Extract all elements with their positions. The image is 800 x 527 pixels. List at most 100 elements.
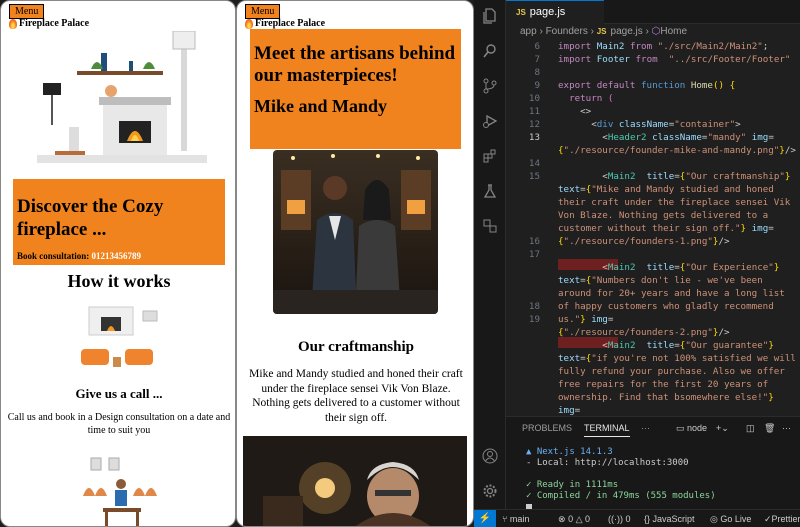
braces-icon: {} (644, 514, 651, 524)
tab-problems[interactable]: PROBLEMS (522, 423, 572, 433)
branch-name: main (509, 514, 530, 524)
breadcrumb-app[interactable]: app (520, 26, 537, 37)
line-number: 11 (528, 106, 540, 117)
branch-icon: ⑂ (502, 514, 508, 524)
breadcrumb-symbol[interactable]: Home (660, 26, 687, 37)
line-number: 10 (528, 93, 540, 104)
fireplace-illustration (31, 31, 211, 176)
brand-name: Fireplace Palace (19, 18, 90, 29)
new-terminal-icon[interactable]: +⌄ (716, 423, 729, 434)
code-line: <> (580, 106, 592, 117)
line-number: 7 (534, 54, 540, 65)
run-debug-icon[interactable] (482, 113, 498, 129)
testing-icon[interactable] (482, 183, 498, 199)
code-area[interactable]: 6 7 8 9 10 11 12 13 14 15 16 17 18 19 import Main2 fr… (506, 40, 800, 416)
panel-more-icon[interactable]: ··· (641, 423, 650, 433)
hero-banner: Discover the Cozy fireplace ... Book con… (13, 179, 225, 265)
terminal-line: ✓ Compiled / in 479ms (555 modules) (526, 491, 716, 501)
line-number: 9 (534, 80, 540, 91)
settings-gear-icon[interactable] (482, 483, 498, 499)
code-line: import Main2 from "./src/Main2/Main2"; (558, 41, 769, 52)
code-line: return ( (569, 93, 614, 104)
remote-indicator-icon[interactable]: ⚡ (474, 510, 496, 527)
trash-icon[interactable]: 🗑 (764, 423, 775, 434)
founders-photo (273, 150, 438, 314)
hero-title: Discover the Cozy fireplace ... (17, 196, 164, 240)
go-live-button[interactable]: ◎ Go Live (710, 514, 751, 525)
tab-page-js[interactable]: JS page.js (506, 0, 604, 24)
remote-explorer-icon[interactable] (482, 218, 498, 234)
line-number: 15 (528, 171, 540, 182)
brand-logo[interactable]: Fireplace Palace (245, 18, 325, 29)
terminal-line: ▲ Next.js 14.1.3 (526, 447, 613, 457)
founders-names: Mike and Mandy (254, 96, 388, 116)
code-line: <Main2 title={"Our guarantee"} text={"if … (558, 340, 796, 416)
search-icon[interactable] (482, 43, 498, 59)
menu-button[interactable]: Menu (245, 4, 281, 19)
tab-label: page.js (529, 6, 566, 18)
consultation-illustration (81, 306, 158, 367)
how-it-works-title: How it works (67, 271, 171, 291)
code-line: <Main2 title={"Our craftmanship"} text={"… (558, 171, 796, 247)
branch-indicator[interactable]: ⑂ main (502, 514, 529, 524)
warning-count: 0 (585, 514, 591, 524)
code-line: <div className="container"> (591, 119, 741, 130)
split-terminal-icon[interactable]: ◫ (746, 423, 755, 434)
breadcrumb-founders[interactable]: Founders (546, 26, 588, 37)
terminal-line: - Local: http://localhost:3000 (526, 458, 689, 468)
status-bar: ⚡ ⑂ main ⊗ 0 △ 0 ((·)) 0 {} JavaScript ◎… (474, 509, 800, 527)
terminal-output[interactable]: ▲ Next.js 14.1.3 - Local: http://localho… (526, 447, 716, 514)
line-number: 12 (528, 119, 540, 130)
language-name: JavaScript (652, 514, 695, 524)
code-line: <Header2 className="mandy" img= {"./resou… (558, 132, 796, 156)
line-number: 18 (528, 301, 540, 312)
line-number: 8 (534, 67, 540, 78)
javascript-file-icon: JS (516, 8, 526, 17)
problems-indicator[interactable]: ⊗ 0 △ 0 (558, 514, 590, 525)
source-control-icon[interactable] (482, 78, 498, 94)
javascript-file-icon: JS (596, 27, 607, 36)
prettier-indicator[interactable]: ✓Prettier (764, 514, 800, 525)
line-number: 17 (528, 249, 540, 260)
tab-terminal[interactable]: TERMINAL (584, 423, 630, 437)
code-editor-window: JS page.js app › Founders › JS page.js › ⬡… (474, 0, 800, 527)
terminal-line: ✓ Ready in 1111ms (526, 480, 619, 490)
error-count: 0 (568, 514, 574, 524)
prettier-label: Prettier (771, 514, 800, 524)
error-icon: ⊗ (558, 514, 566, 524)
warning-icon: △ (575, 514, 583, 524)
designer-illustration (83, 457, 157, 526)
terminal-panel: PROBLEMS TERMINAL ··· ▭ node +⌄ ◫ 🗑 ··· … (506, 416, 800, 514)
consultation-phone[interactable]: 01213456789 (92, 251, 142, 261)
flame-icon (9, 18, 17, 29)
mobile-preview-home: Menu Fireplace Palace Discover the Cozy … (0, 0, 236, 527)
ports-count: 0 (625, 514, 631, 524)
code-line: export default function Home() { (558, 80, 736, 91)
breadcrumb-file[interactable]: page.js (611, 26, 643, 37)
broadcast-icon: ((·)) (608, 514, 623, 524)
founders-hero: Meet the artisans behind our masterpiece… (250, 29, 461, 149)
broadcast-icon: ◎ (710, 514, 718, 524)
extensions-icon[interactable] (482, 148, 498, 164)
editor-tab-bar: JS page.js (506, 0, 800, 24)
menu-button[interactable]: Menu (9, 4, 45, 19)
brand-name: Fireplace Palace (255, 18, 326, 29)
brand-logo[interactable]: Fireplace Palace (9, 18, 89, 29)
mobile-preview-founders: Menu Fireplace Palace Meet the artisans … (236, 0, 474, 527)
panel-more-icon[interactable]: ··· (782, 423, 791, 433)
explorer-icon[interactable] (482, 8, 498, 24)
code-line: <Main2 title={"Our Experience"} text={"Nu… (558, 262, 791, 338)
activity-bar (474, 0, 506, 509)
code-line: import Footer from "../src/Footer/Footer… (558, 54, 791, 65)
terminal-shell-selector[interactable]: ▭ node (676, 423, 707, 434)
account-icon[interactable] (482, 448, 498, 464)
founders-hero-title: Meet the artisans behind our masterpiece… (254, 43, 456, 86)
line-number: 13 (528, 132, 540, 143)
ports-indicator[interactable]: ((·)) 0 (608, 514, 631, 524)
terminal-icon: ▭ (676, 423, 685, 433)
line-number: 16 (528, 236, 540, 247)
terminal-shell-name: node (687, 423, 708, 433)
artisan-photo (243, 436, 467, 526)
step-description: Call us and book in a Design consultatio… (7, 412, 231, 436)
language-mode[interactable]: {} JavaScript (644, 514, 695, 524)
